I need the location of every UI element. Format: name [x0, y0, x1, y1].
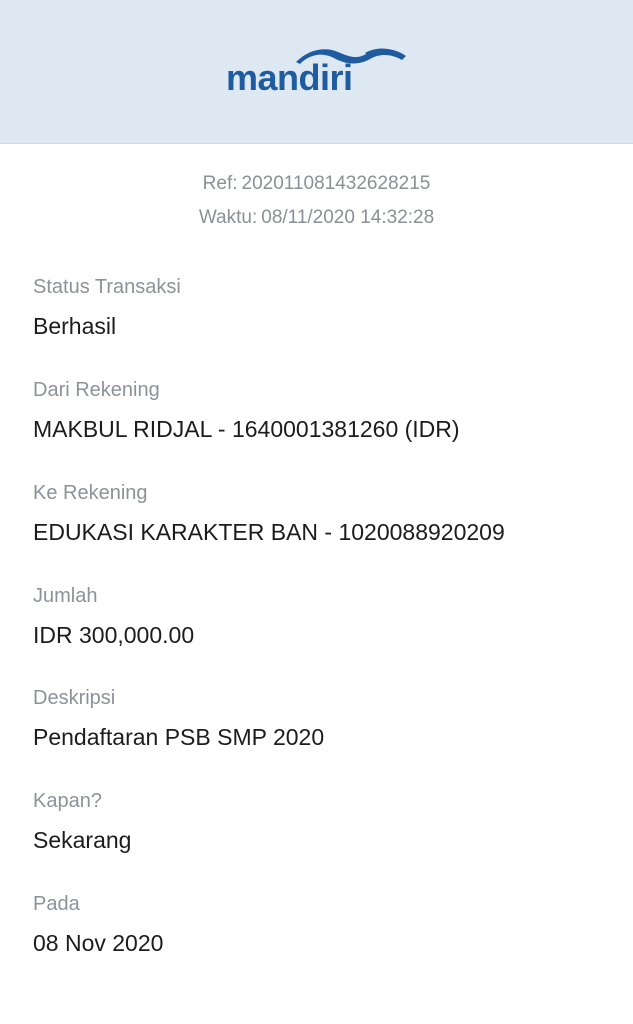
field-value: EDUKASI KARAKTER BAN - 1020088920209 — [33, 519, 505, 545]
field-label: Ke Rekening — [33, 482, 148, 504]
mandiri-logo: mandiri — [226, 44, 408, 98]
field-label: Deskripsi — [33, 687, 116, 709]
field-status-transaksi: Status Transaksi Berhasil — [33, 275, 613, 340]
field-label: Dari Rekening — [33, 379, 160, 401]
reference-value: 202011081432628215 — [241, 173, 431, 194]
field-ke-rekening: Ke Rekening EDUKASI KARAKTER BAN - 10200… — [33, 481, 613, 546]
reference-label: Ref: — [202, 173, 238, 194]
transaction-time: Waktu: 08/11/2020 14:32:28 — [0, 206, 633, 230]
field-value: MAKBUL RIDJAL - 1640001381260 (IDR) — [33, 416, 460, 442]
field-deskripsi: Deskripsi Pendaftaran PSB SMP 2020 — [33, 686, 613, 751]
field-label: Pada — [33, 893, 80, 915]
field-pada: Pada 08 Nov 2020 — [33, 892, 613, 957]
field-value: Sekarang — [33, 827, 132, 853]
time-label: Waktu: — [198, 207, 258, 228]
field-value: Berhasil — [33, 313, 117, 339]
field-kapan: Kapan? Sekarang — [33, 789, 613, 854]
field-label: Jumlah — [33, 585, 98, 607]
field-dari-rekening: Dari Rekening MAKBUL RIDJAL - 1640001381… — [33, 378, 613, 443]
brand-name: mandiri — [226, 57, 353, 98]
field-label: Kapan? — [33, 790, 102, 812]
field-value: Pendaftaran PSB SMP 2020 — [33, 724, 325, 750]
field-value: IDR 300,000.00 — [33, 622, 195, 648]
field-value: 08 Nov 2020 — [33, 930, 164, 956]
field-jumlah: Jumlah IDR 300,000.00 — [33, 584, 613, 649]
header-bar: mandiri — [0, 0, 633, 144]
time-value: 08/11/2020 14:32:28 — [261, 207, 435, 228]
reference-number: Ref: 202011081432628215 — [0, 172, 633, 196]
field-label: Status Transaksi — [33, 276, 181, 298]
